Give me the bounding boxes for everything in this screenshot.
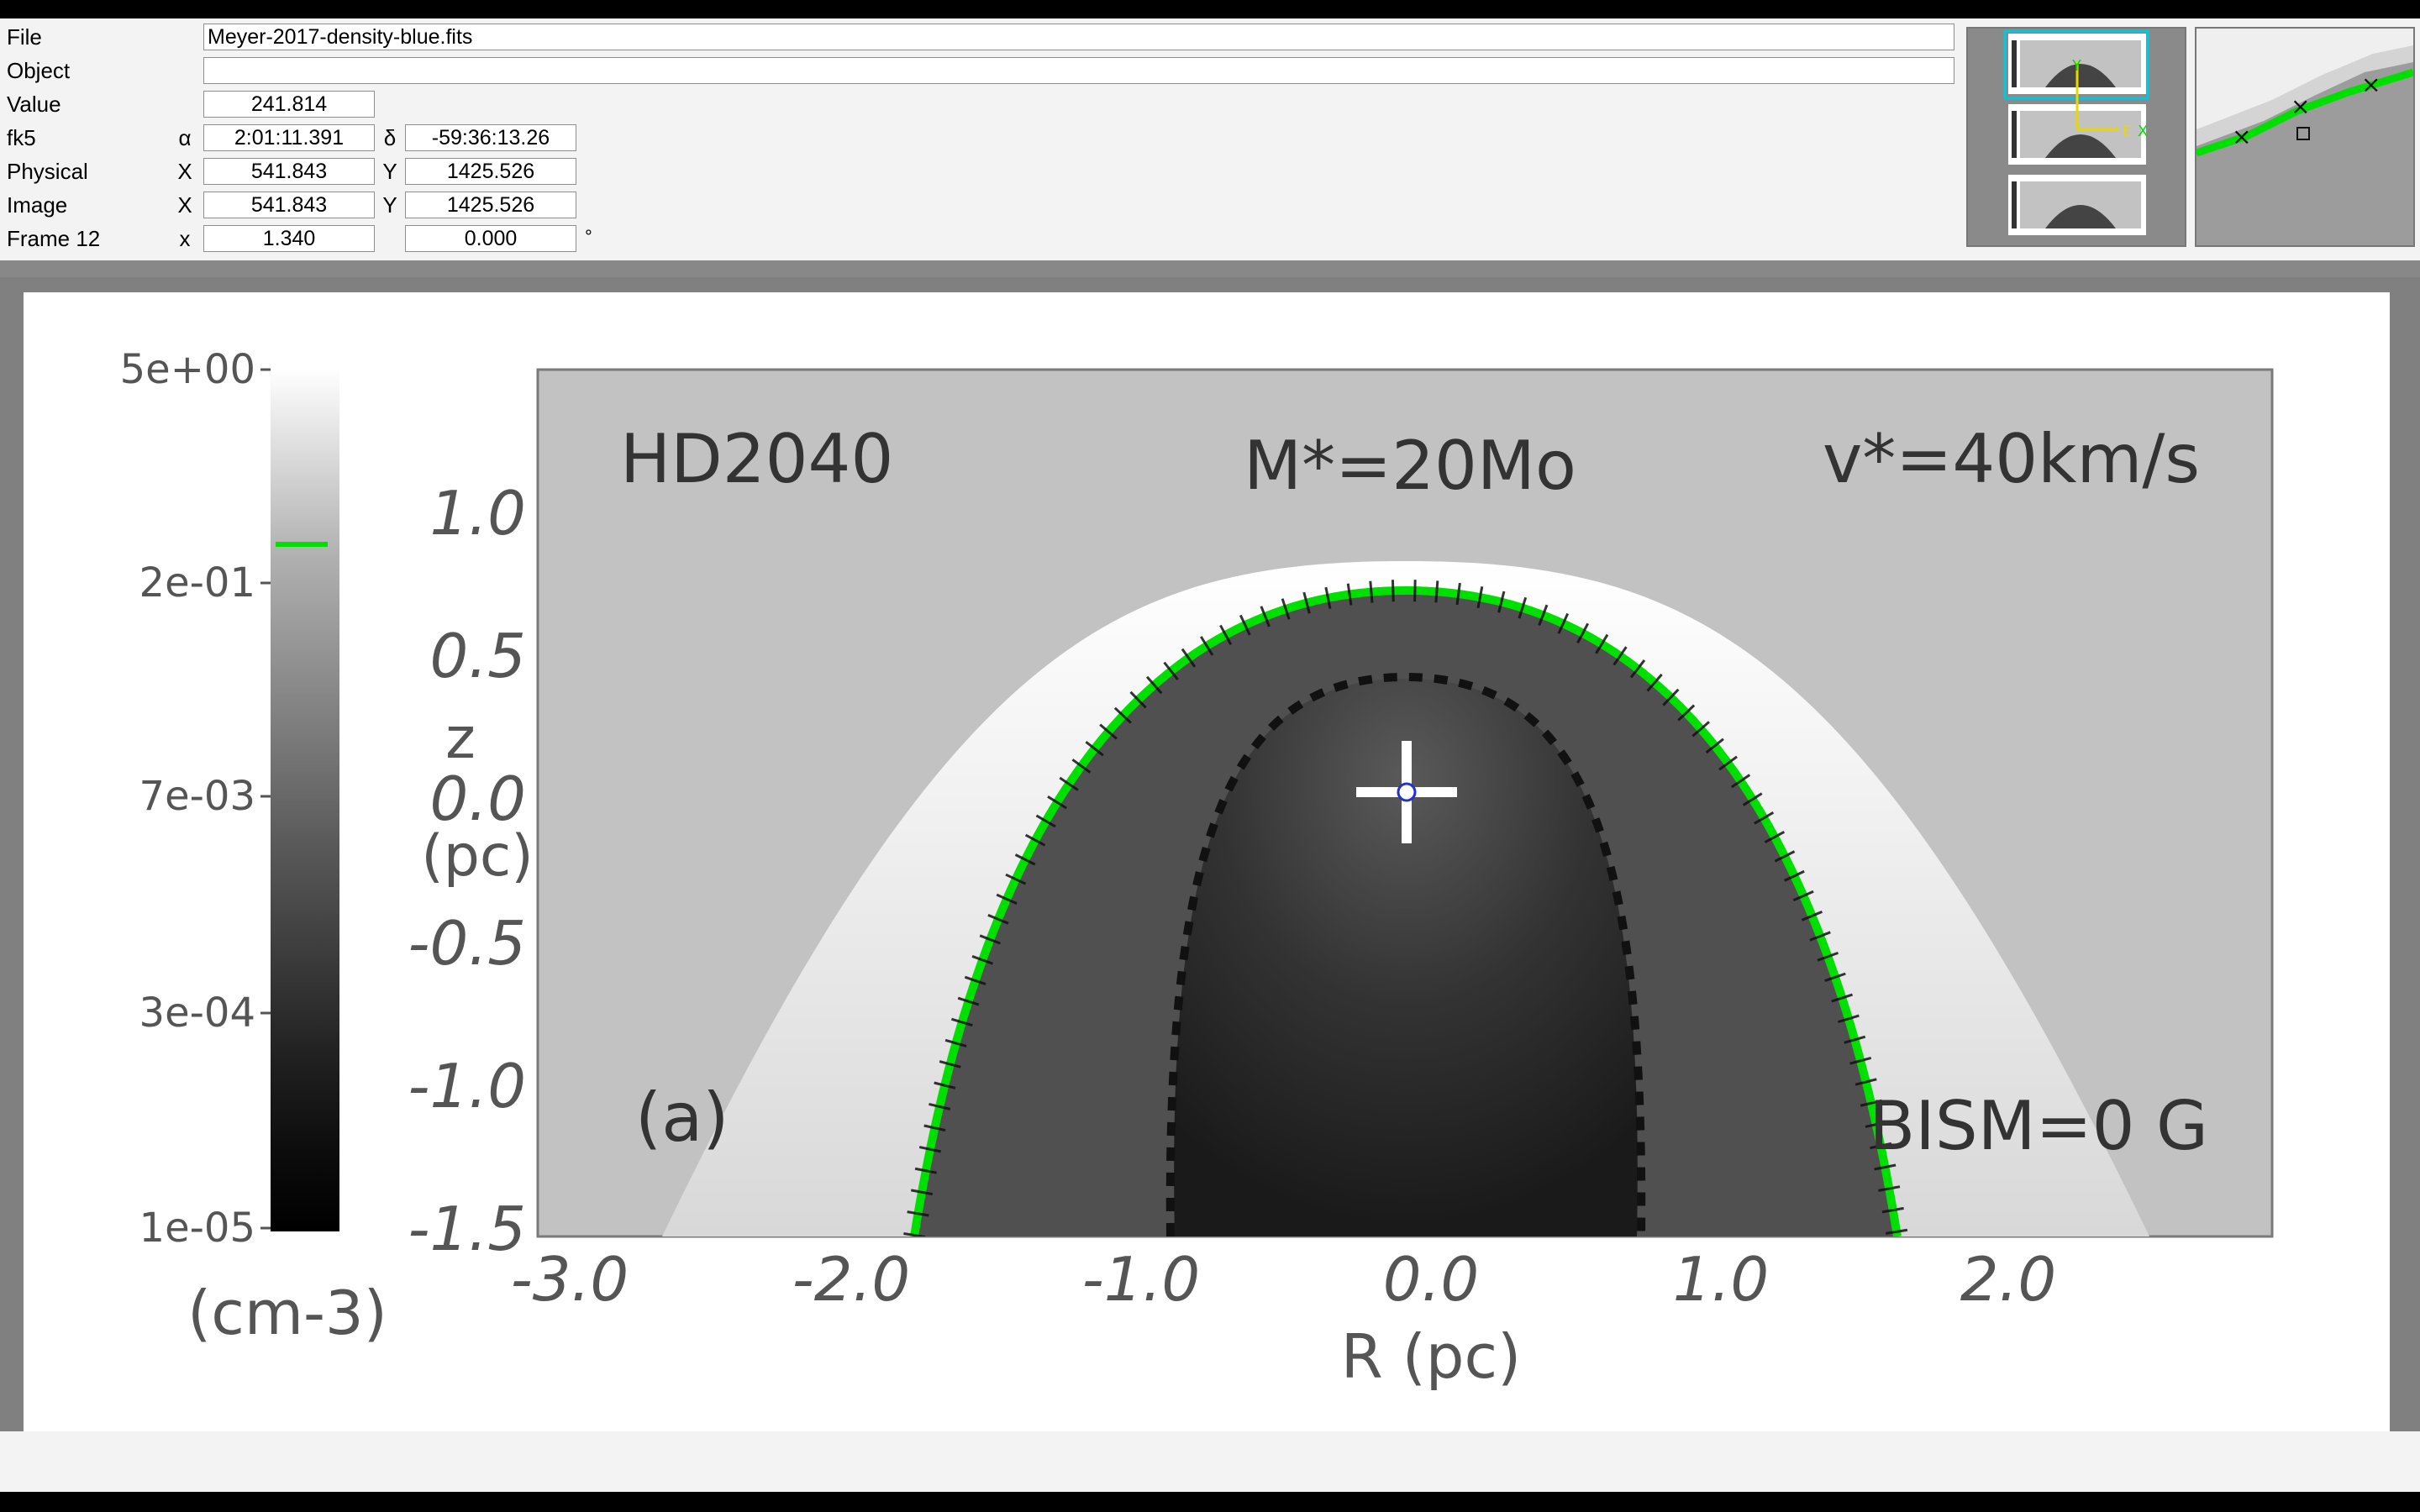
plot-title-center: M*=20Mo [1244,427,1576,505]
compass-y-label: Y [2071,57,2082,75]
angle-unit: ° [585,226,592,247]
alpha-symbol: α [178,125,192,150]
plot-title-left: HD2040 [620,420,893,498]
magnifier-x-mark-2: × [2291,92,2310,120]
magnifier-x-mark-1: × [2232,123,2251,150]
image-y-field[interactable]: 1425.526 [405,192,576,218]
compass-e-label: E [2123,123,2132,140]
panel-separator [0,260,2420,277]
y-tick-label: -1.0 [408,1051,526,1121]
x-tick-label: -2.0 [792,1244,910,1315]
compass-x-label: X [2138,123,2148,140]
image-x-field[interactable]: 541.843 [203,192,375,218]
panner-frame-3 [2008,175,2146,235]
wcs-label: fk5 [7,125,36,150]
panner-view: Y X E [1968,29,2185,245]
delta-field[interactable]: -59:36:13.26 [405,124,576,151]
x-axis-label: R (pc) [1341,1321,1521,1392]
physical-y-field[interactable]: 1425.526 [405,158,576,185]
colorbar-unit: (cm-3) [187,1278,387,1348]
colorbar-tick-label: 5e+00 [120,346,255,393]
y-tick-label: 0.0 [429,764,526,834]
file-label: File [7,24,42,50]
colorbar-tick-label: 3e-04 [139,990,255,1037]
physical-label: Physical [7,159,88,184]
panel-label: (a) [635,1079,729,1157]
angle-field[interactable]: 0.000 [405,225,576,252]
zoom-field[interactable]: 1.340 [203,225,375,252]
physical-y-symbol: Y [382,159,397,184]
image-y-symbol: Y [382,192,397,218]
image-x-symbol: X [177,192,192,218]
zoom-symbol: x [179,226,191,251]
bottom-bar [0,1431,2420,1492]
magnifier-view: × × × [2196,29,2413,245]
x-tick-label: 2.0 [1960,1244,2057,1315]
file-field[interactable]: Meyer-2017-density-blue.fits [203,24,1954,50]
x-tick-label: 0.0 [1383,1244,1480,1315]
physical-x-symbol: X [177,159,192,184]
x-tick-label: 1.0 [1673,1244,1770,1315]
colorbar-tick-label: 1e-05 [139,1205,255,1252]
y-tick-label: 1.0 [429,478,526,549]
x-tick-label: -1.0 [1082,1244,1200,1315]
y-tick-label: -0.5 [408,908,526,979]
x-tick-label: -3.0 [511,1244,629,1315]
colorbar [271,368,339,1231]
plot-title-right: v*=40km/s [1823,420,2200,498]
image-label: Image [7,192,68,218]
info-panel: File Meyer-2017-density-blue.fits Object… [0,18,2420,260]
value-label: Value [7,92,61,117]
y-axis-label-z: z [445,706,476,772]
panner[interactable]: Y X E [1966,27,2186,247]
image-canvas[interactable]: 5e+00 2e-01 7e-03 3e-04 1e-05 (cm-3) HD2… [0,277,2420,1431]
y-tick-label: -1.5 [408,1194,526,1264]
fits-image[interactable]: 5e+00 2e-01 7e-03 3e-04 1e-05 (cm-3) HD2… [24,292,2390,1431]
magnifier: × × × [2195,27,2415,247]
figure-svg: 5e+00 2e-01 7e-03 3e-04 1e-05 (cm-3) HD2… [120,346,2274,1392]
alpha-field[interactable]: 2:01:11.391 [203,124,375,151]
object-label: Object [7,58,71,83]
value-field[interactable]: 241.814 [203,91,375,118]
bism-label: BISM=0 G [1869,1087,2208,1165]
object-field[interactable] [203,57,1954,84]
magnifier-x-mark-3: × [2361,71,2381,98]
colorbar-ticks [260,368,271,1230]
frame-label: Frame 12 [7,226,101,251]
colorbar-tick-label: 7e-03 [139,773,255,820]
delta-symbol: δ [383,125,397,150]
colorbar-tick-label: 2e-01 [139,559,255,606]
y-tick-label: 0.5 [429,621,526,691]
physical-x-field[interactable]: 541.843 [203,158,375,185]
